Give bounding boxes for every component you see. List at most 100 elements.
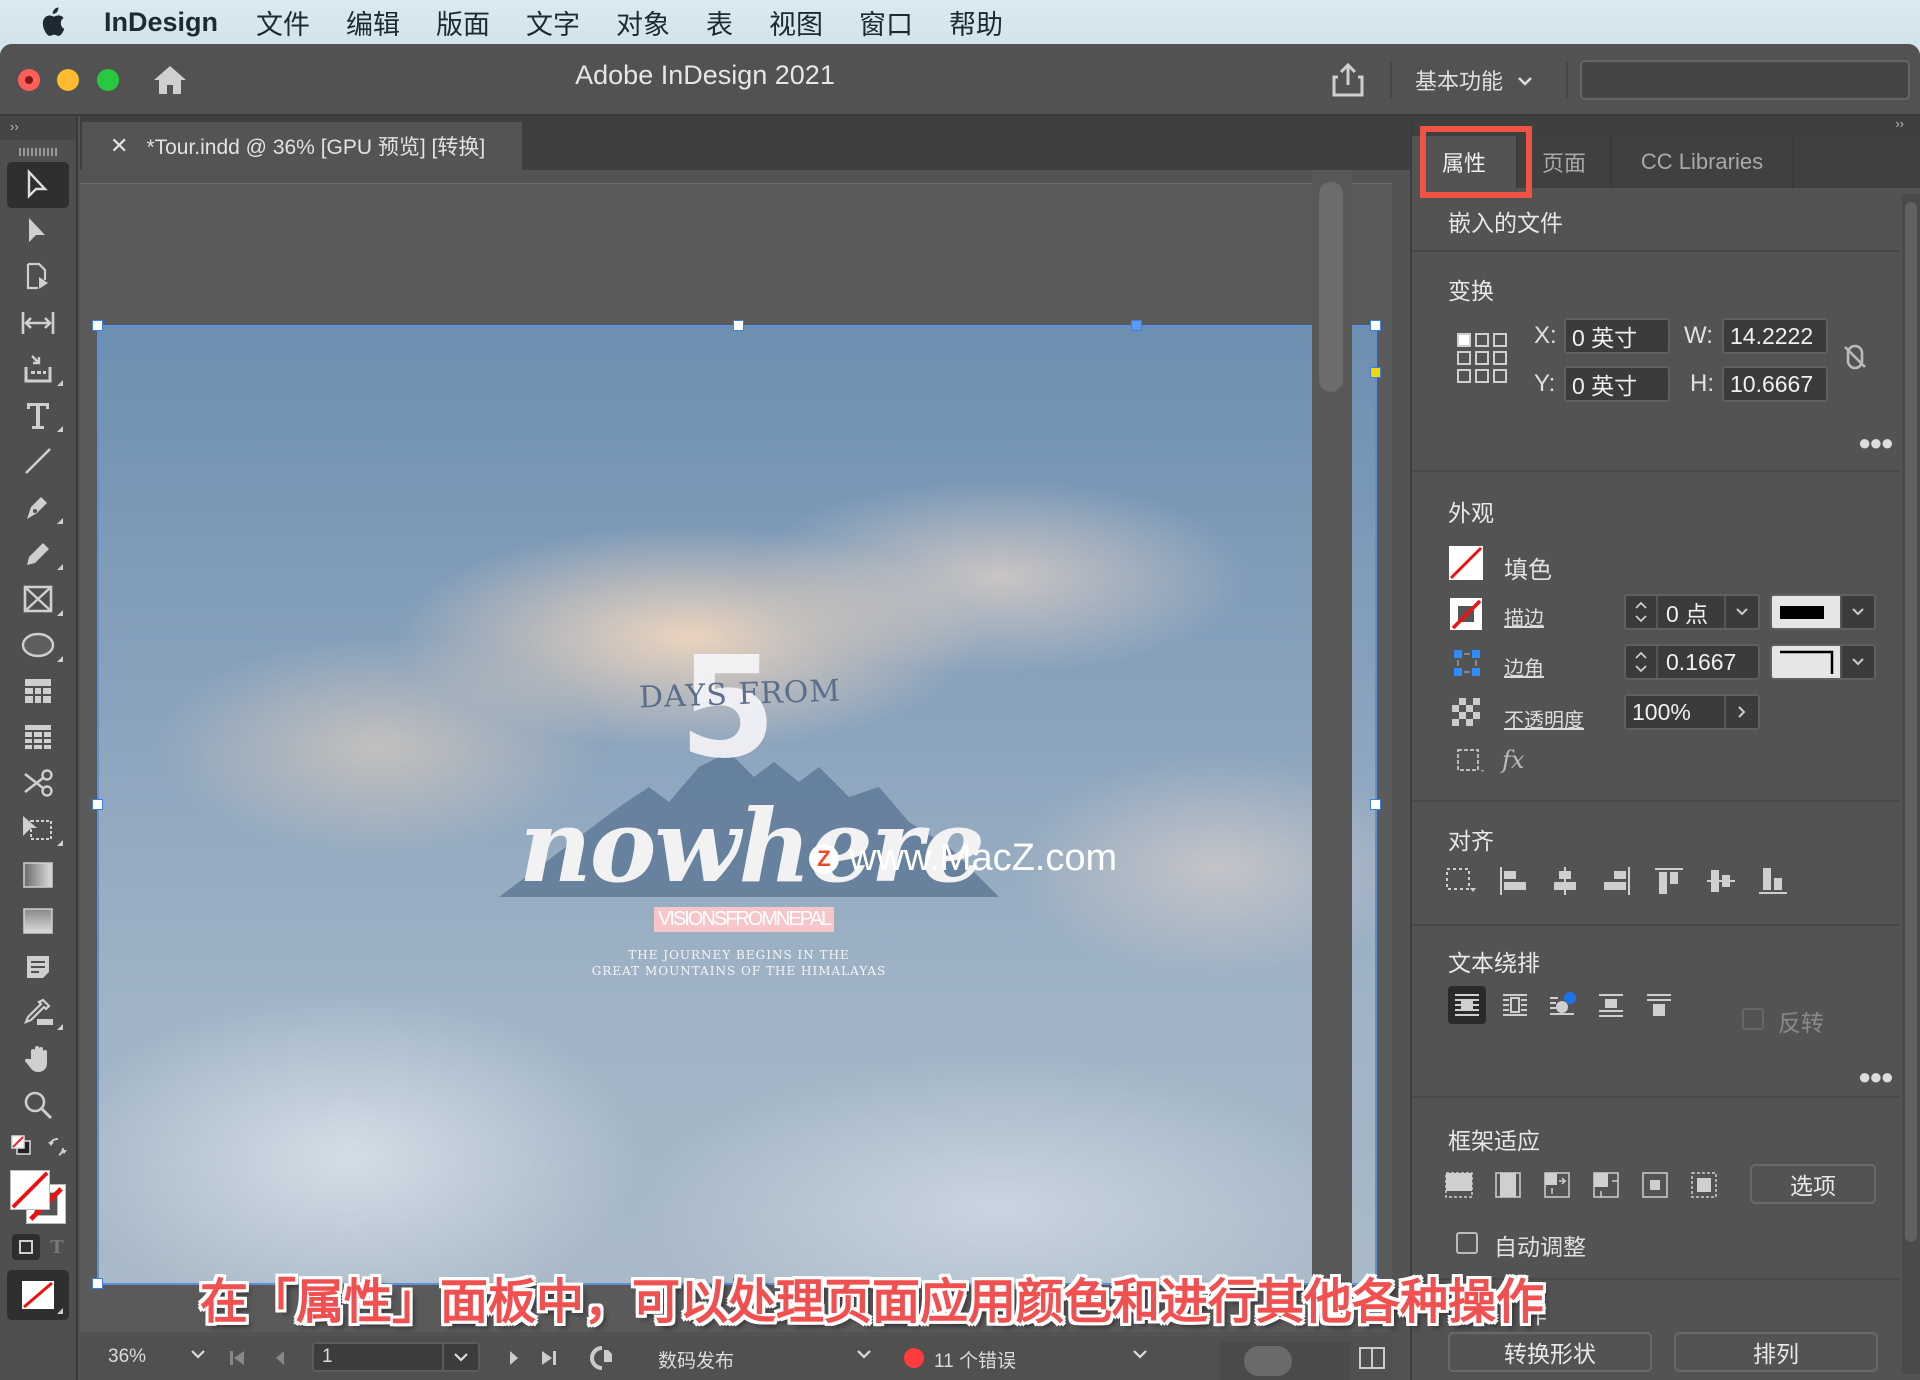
type-tool[interactable]	[7, 392, 69, 438]
share-icon[interactable]	[1330, 62, 1366, 103]
no-wrap-icon[interactable]	[1448, 986, 1486, 1024]
toolbar-grip[interactable]	[19, 148, 57, 156]
content-grabber-handle[interactable]	[1131, 320, 1142, 331]
page-dropdown-icon[interactable]	[442, 1342, 478, 1372]
chevron-down-icon[interactable]	[1840, 596, 1874, 628]
chevron-right-icon[interactable]	[1724, 696, 1758, 728]
vertical-scrollbar[interactable]	[1312, 170, 1352, 1332]
stroke-styles-icon[interactable]	[1456, 748, 1486, 774]
fill-frame-proportionally-icon[interactable]	[1440, 1166, 1478, 1204]
menu-object[interactable]: 对象	[616, 3, 670, 42]
align-vertical-center-icon[interactable]	[1702, 862, 1740, 900]
profile-dropdown-icon[interactable]	[856, 1348, 872, 1360]
page-tool[interactable]	[7, 254, 69, 300]
hand-tool[interactable]	[7, 1036, 69, 1082]
align-top-icon[interactable]	[1650, 862, 1688, 900]
scissors-tool[interactable]	[7, 760, 69, 806]
menu-type[interactable]: 文字	[526, 3, 580, 42]
gap-tool[interactable]	[7, 300, 69, 346]
menu-window[interactable]: 窗口	[859, 3, 913, 42]
preflight-profile-icon[interactable]	[590, 1344, 618, 1372]
fit-frame-to-content-icon[interactable]	[1538, 1166, 1576, 1204]
zoom-tool[interactable]	[7, 1082, 69, 1128]
split-view-icon[interactable]	[1358, 1346, 1386, 1370]
handle-top-right[interactable]	[1370, 320, 1381, 331]
width-field[interactable]: 14.2222	[1722, 318, 1828, 354]
align-right-icon[interactable]	[1598, 862, 1636, 900]
free-transform-tool[interactable]	[7, 806, 69, 852]
fx-effects-icon[interactable]: fx	[1502, 746, 1524, 774]
fit-content-proportionally-icon[interactable]	[1489, 1166, 1527, 1204]
align-left-icon[interactable]	[1494, 862, 1532, 900]
scrollbar-thumb[interactable]	[1319, 182, 1343, 392]
ellipse-tool[interactable]	[7, 622, 69, 668]
wrap-bounding-box-icon[interactable]	[1496, 986, 1534, 1024]
corner-options-icon[interactable]	[1452, 648, 1482, 678]
error-count[interactable]: 11 个错误	[934, 1346, 1016, 1373]
menu-file[interactable]: 文件	[256, 3, 310, 42]
panel-scrollbar[interactable]	[1902, 194, 1920, 1374]
corner-option-handle[interactable]	[1370, 367, 1381, 378]
arrange-button[interactable]: 排列	[1674, 1332, 1878, 1372]
direct-selection-tool[interactable]	[7, 208, 69, 254]
align-bottom-icon[interactable]	[1754, 862, 1792, 900]
x-position-field[interactable]: 0 英寸	[1564, 318, 1670, 354]
zoom-dropdown-icon[interactable]	[190, 1348, 206, 1360]
stroke-type-dropdown[interactable]	[1770, 594, 1876, 630]
wrap-object-shape-icon[interactable]	[1544, 986, 1582, 1024]
menu-table[interactable]: 表	[706, 3, 733, 42]
corner-link[interactable]: 边角	[1504, 652, 1544, 681]
menu-app-name[interactable]: InDesign	[104, 7, 218, 38]
tab-cc-libraries[interactable]: CC Libraries	[1612, 136, 1794, 188]
selection-tool[interactable]	[7, 162, 69, 208]
height-field[interactable]: 10.6667	[1722, 366, 1828, 402]
handle-middle-left[interactable]	[92, 799, 103, 810]
auto-fit-checkbox[interactable]	[1456, 1232, 1478, 1254]
panel-scrollbar-thumb[interactable]	[1905, 202, 1917, 1242]
menu-layout[interactable]: 版面	[436, 3, 490, 42]
page-number-field[interactable]: 1	[312, 1342, 480, 1372]
previous-page-icon[interactable]	[274, 1348, 286, 1368]
gradient-feather-tool[interactable]	[7, 898, 69, 944]
last-page-icon[interactable]	[540, 1348, 558, 1368]
workspace-switcher[interactable]: 基本功能	[1415, 64, 1533, 96]
opacity-link[interactable]: 不透明度	[1504, 704, 1584, 733]
close-tab-icon[interactable]: ✕	[110, 133, 128, 159]
menu-help[interactable]: 帮助	[949, 3, 1003, 42]
convert-shape-button[interactable]: 转换形状	[1448, 1332, 1652, 1372]
tab-pages[interactable]: 页面	[1518, 136, 1612, 188]
corner-shape-dropdown[interactable]	[1770, 644, 1876, 680]
swap-fill-stroke-icon[interactable]	[46, 1136, 68, 1158]
table-tool[interactable]	[7, 668, 69, 714]
unlink-proportions-icon[interactable]	[1842, 342, 1868, 372]
formatting-text-icon[interactable]: T	[46, 1234, 68, 1260]
chevron-down-icon[interactable]	[1724, 596, 1758, 628]
grid-tool[interactable]	[7, 714, 69, 760]
line-tool[interactable]	[7, 438, 69, 484]
menu-view[interactable]: 视图	[769, 3, 823, 42]
next-page-icon[interactable]	[508, 1348, 520, 1368]
content-aware-fit-icon[interactable]	[1685, 1166, 1723, 1204]
search-input[interactable]	[1580, 60, 1910, 100]
preflight-profile-label[interactable]: 数码发布	[658, 1346, 734, 1373]
jump-to-next-column-icon[interactable]	[1640, 986, 1678, 1024]
handle-top-left[interactable]	[92, 320, 103, 331]
opacity-field[interactable]: 100%	[1624, 694, 1760, 730]
apple-icon[interactable]	[38, 6, 78, 38]
fill-swatch[interactable]	[10, 1170, 50, 1210]
horizontal-scroll-thumb[interactable]	[1244, 1346, 1292, 1376]
handle-bottom-left[interactable]	[92, 1278, 103, 1289]
handle-middle-right[interactable]	[1370, 799, 1381, 810]
view-mode-button[interactable]	[7, 1270, 69, 1320]
errors-dropdown-icon[interactable]	[1132, 1348, 1148, 1360]
fitting-options-button[interactable]: 选项	[1750, 1164, 1876, 1204]
document-canvas[interactable]: 5 DAYS FROM nowhere VISIONSFROMNEPAL THE…	[80, 170, 1392, 1332]
pen-tool[interactable]	[7, 484, 69, 530]
jump-object-icon[interactable]	[1592, 986, 1630, 1024]
gradient-swatch-tool[interactable]	[7, 852, 69, 898]
first-page-icon[interactable]	[228, 1348, 246, 1368]
stroke-weight-field[interactable]: 0 点	[1624, 594, 1760, 630]
fit-content-to-frame-icon[interactable]	[1587, 1166, 1625, 1204]
invert-checkbox[interactable]	[1742, 1008, 1764, 1030]
page-image-frame[interactable]: 5 DAYS FROM nowhere VISIONSFROMNEPAL THE…	[92, 320, 1381, 1289]
